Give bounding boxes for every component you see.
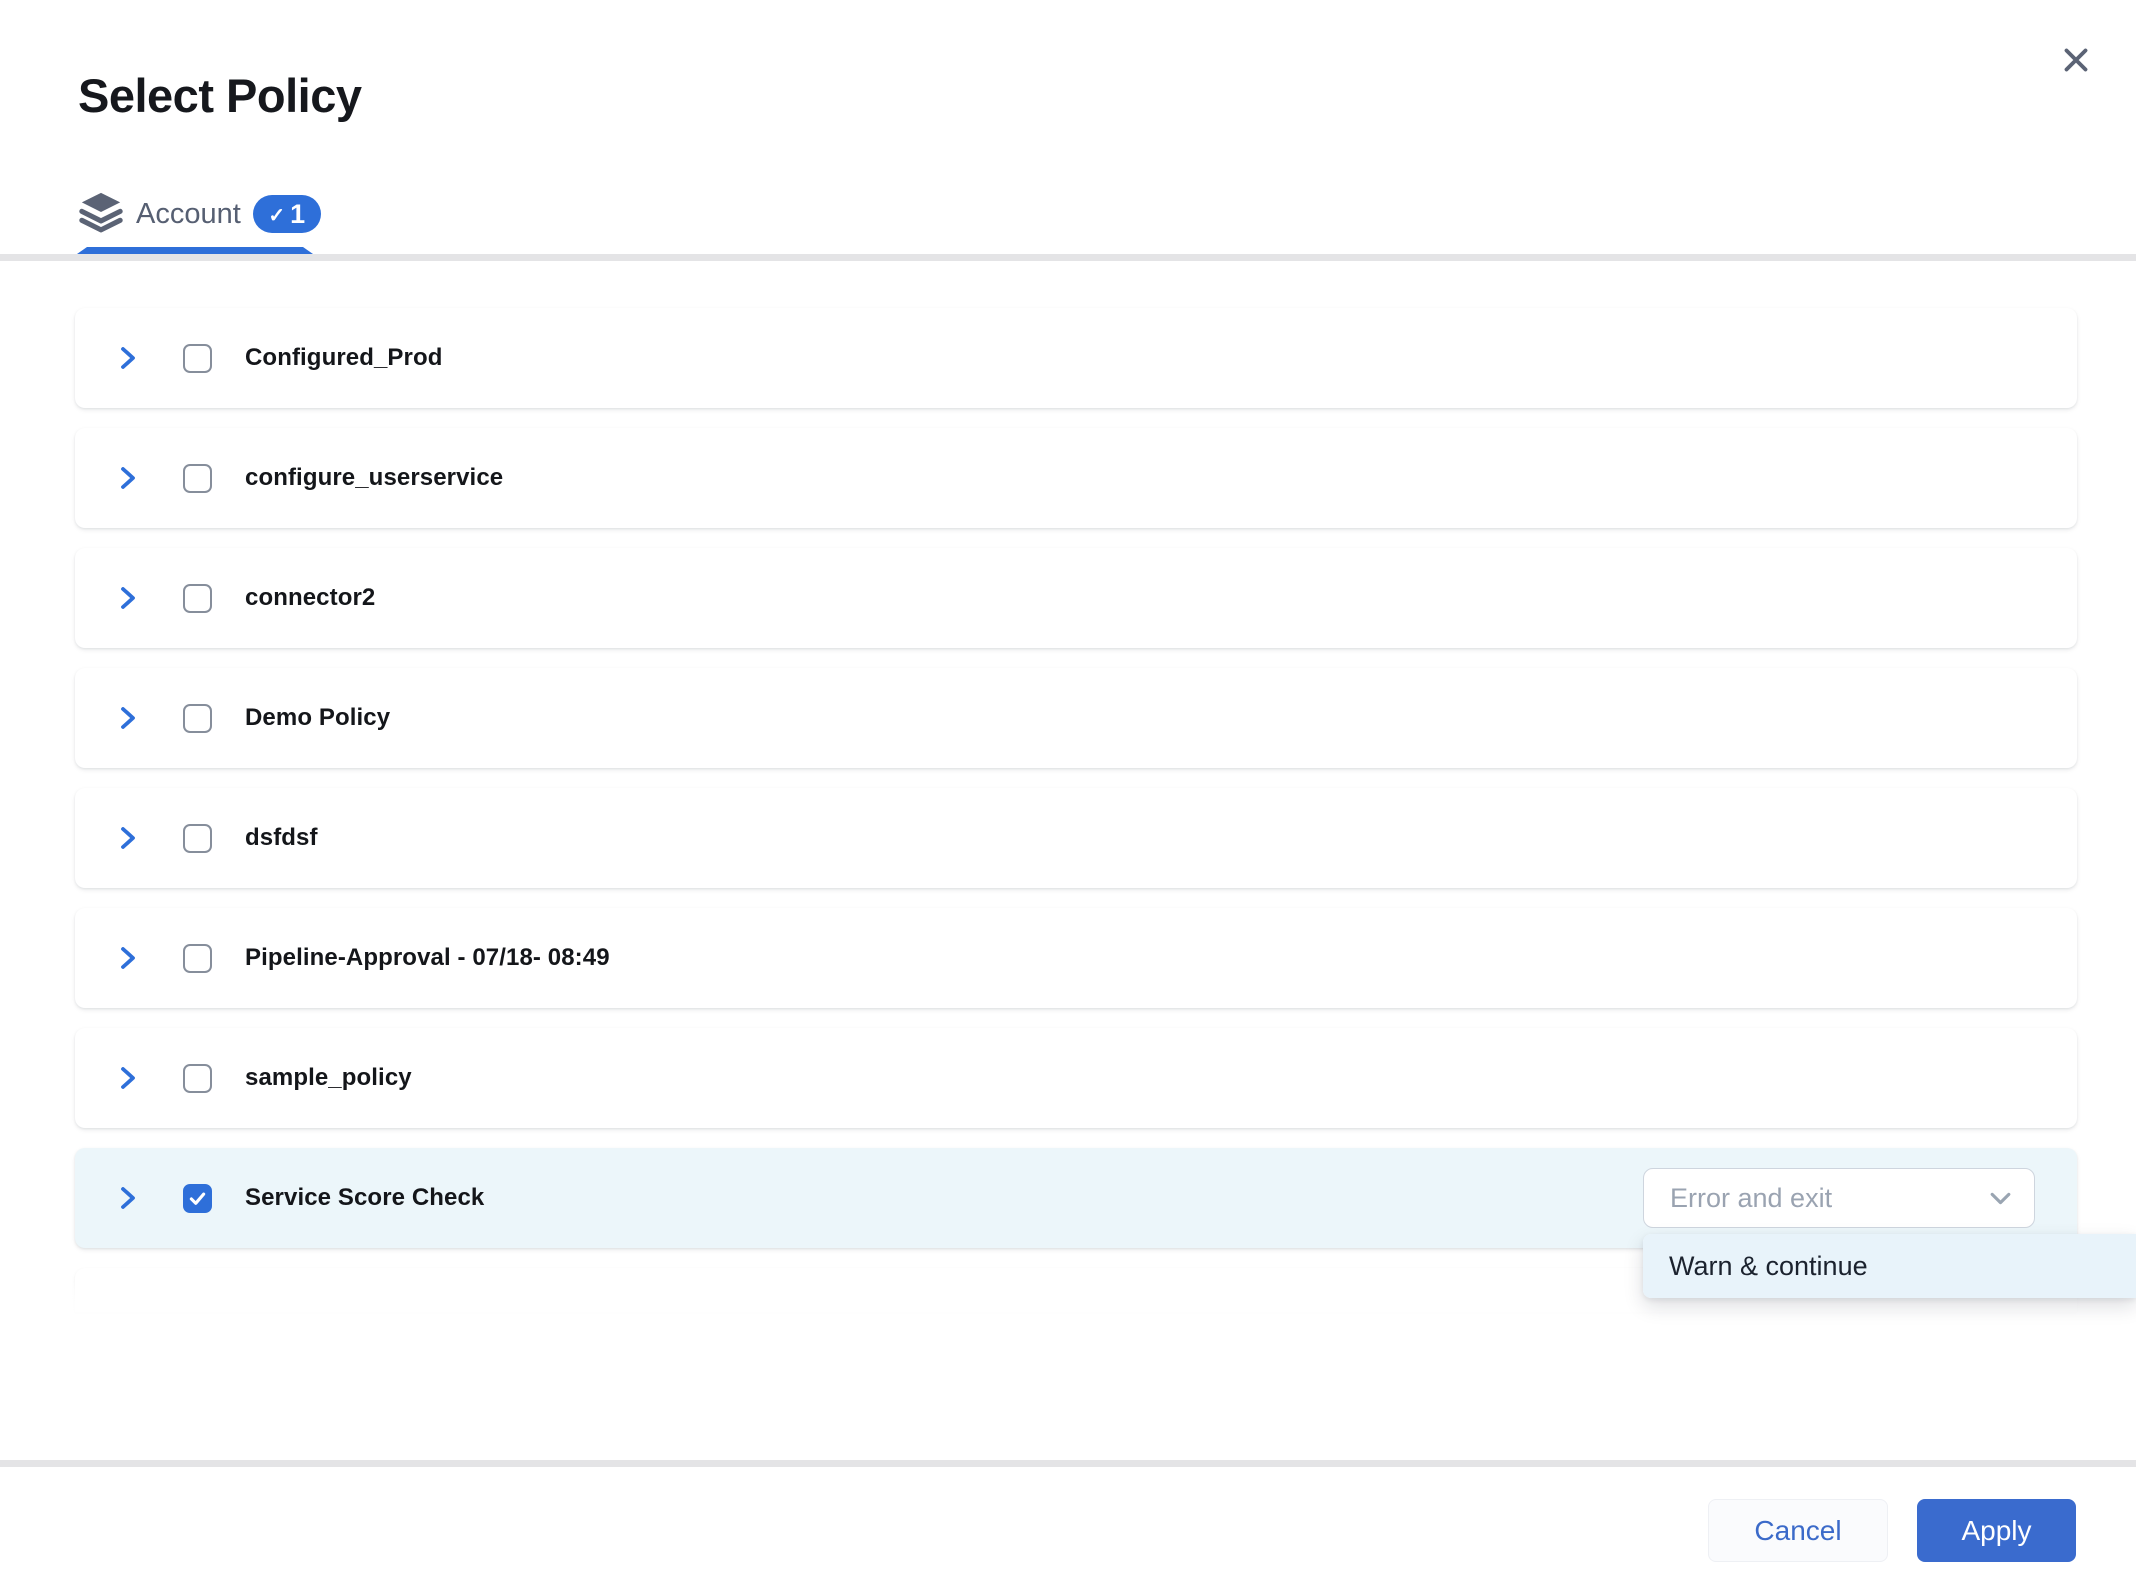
policy-row-1[interactable]: Configured_Prod — [75, 308, 2077, 408]
policy-checkbox[interactable] — [183, 824, 212, 853]
policy-label: configure_userservice — [245, 428, 503, 528]
policy-label: Demo Policy — [245, 668, 390, 768]
failure-action-dropdown-menu: Warn & continue — [1643, 1234, 2136, 1298]
policy-row-3[interactable]: connector2 — [75, 548, 2077, 648]
select-policy-modal: Select Policy Account ✓ 1 — [0, 0, 2136, 1580]
dropdown-option-warn-continue[interactable]: Warn & continue — [1643, 1234, 2136, 1298]
policy-row-4[interactable]: Demo Policy — [75, 668, 2077, 768]
policy-label: sample_policy — [245, 1028, 412, 1128]
chevron-right-icon[interactable] — [115, 584, 141, 612]
chevron-right-icon[interactable] — [115, 704, 141, 732]
policy-label: Configured_Prod — [245, 308, 443, 408]
policy-row-7[interactable]: sample_policy — [75, 1028, 2077, 1128]
policy-label: dsfdsf — [245, 788, 318, 888]
policy-label: Pipeline-Approval - 07/18- 08:49 — [245, 908, 610, 1008]
chevron-right-icon[interactable] — [115, 464, 141, 492]
policy-row-2[interactable]: configure_userservice — [75, 428, 2077, 528]
chevron-right-icon[interactable] — [115, 824, 141, 852]
chevron-right-icon[interactable] — [115, 1064, 141, 1092]
policy-row-8[interactable]: Service Score Check Error and exit — [75, 1148, 2077, 1248]
chevron-right-icon[interactable] — [115, 344, 141, 372]
check-icon — [187, 1188, 208, 1209]
policy-row-5[interactable]: dsfdsf — [75, 788, 2077, 888]
policy-checkbox[interactable] — [183, 1184, 212, 1213]
policy-label: connector2 — [245, 548, 375, 648]
cancel-button[interactable]: Cancel — [1708, 1499, 1888, 1562]
chevron-right-icon[interactable] — [115, 944, 141, 972]
policy-checkbox[interactable] — [183, 944, 212, 973]
failure-action-select[interactable]: Error and exit — [1643, 1168, 2035, 1228]
apply-button[interactable]: Apply — [1917, 1499, 2076, 1562]
chevron-right-icon[interactable] — [115, 1184, 141, 1212]
chevron-down-icon — [1987, 1186, 2014, 1211]
policy-label: Service Score Check — [245, 1148, 484, 1248]
policy-checkbox[interactable] — [183, 464, 212, 493]
policy-checkbox[interactable] — [183, 704, 212, 733]
policy-row-6[interactable]: Pipeline-Approval - 07/18- 08:49 — [75, 908, 2077, 1008]
policy-checkbox[interactable] — [183, 584, 212, 613]
policy-checkbox[interactable] — [183, 344, 212, 373]
footer-divider — [0, 1460, 2136, 1467]
policy-checkbox[interactable] — [183, 1064, 212, 1093]
policy-list: Configured_Prod configure_userservice co… — [0, 0, 2136, 1580]
failure-action-value: Error and exit — [1670, 1183, 1987, 1214]
